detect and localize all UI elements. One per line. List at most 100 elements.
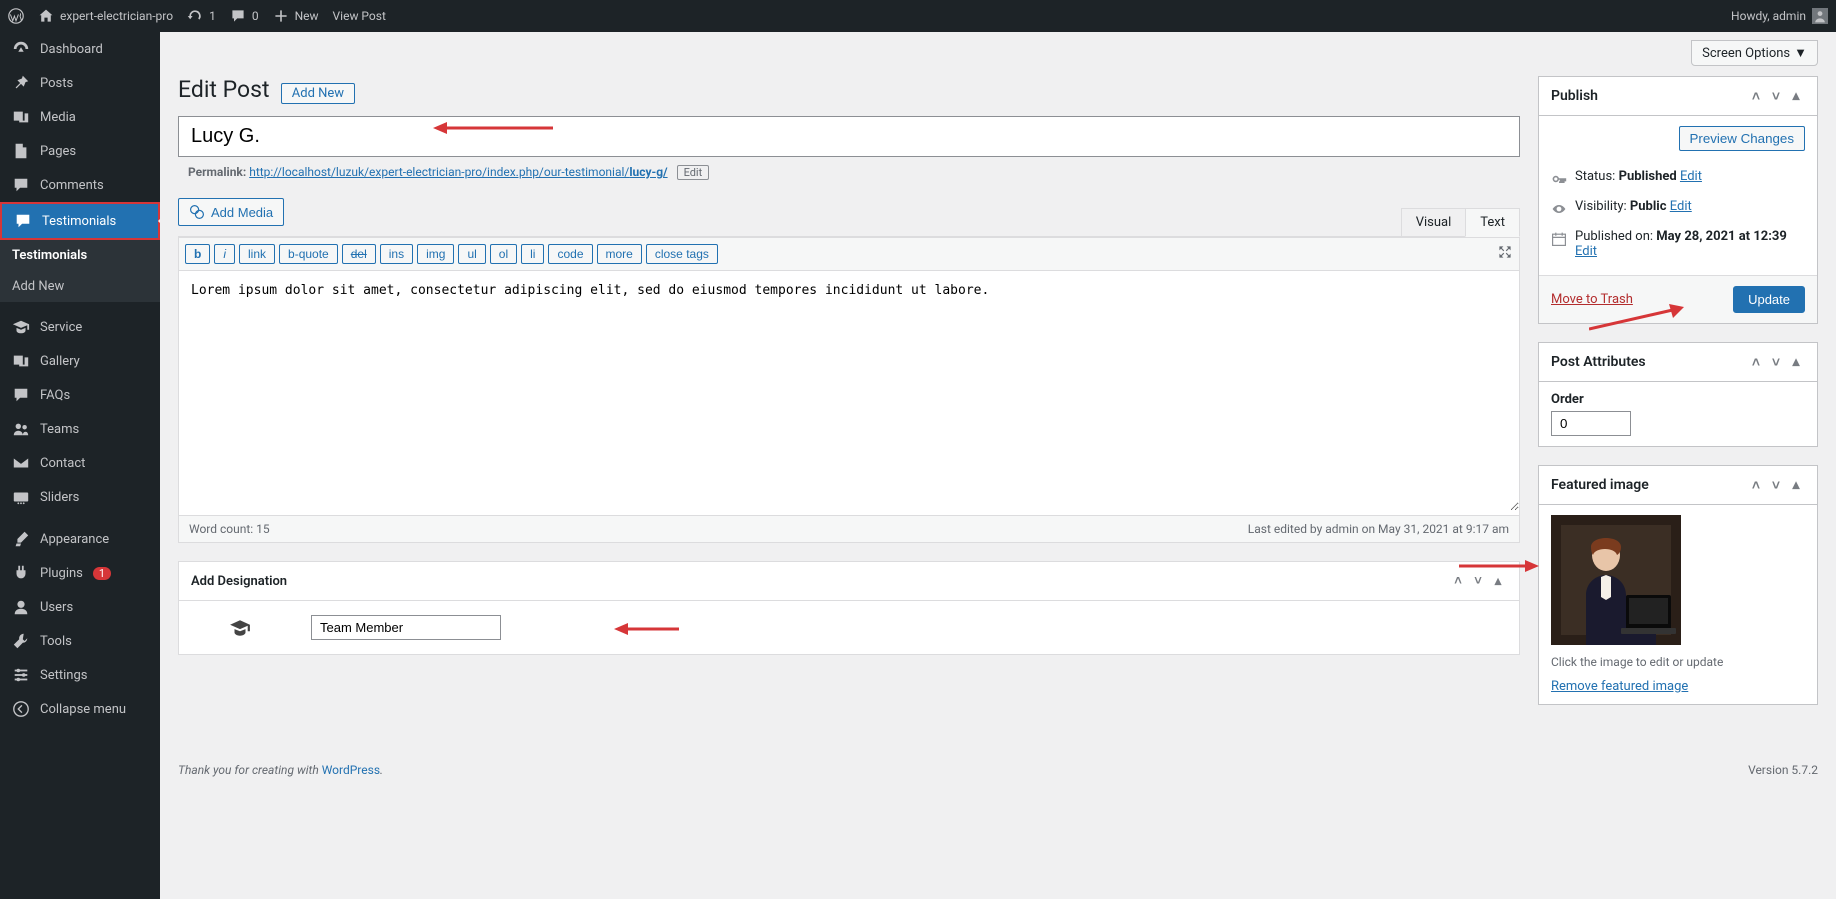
sidebar-item-media[interactable]: Media (0, 100, 160, 134)
content-area: Screen Options ▼ Edit Post Add New Perma… (160, 32, 1836, 899)
featured-image-title: Featured image (1551, 477, 1649, 493)
view-post-link[interactable]: View Post (333, 9, 386, 23)
sidebar-item-appearance[interactable]: Appearance (0, 522, 160, 556)
edit-status-link[interactable]: Edit (1680, 169, 1702, 184)
sidebar-item-service[interactable]: Service (0, 310, 160, 344)
update-button[interactable]: Update (1733, 286, 1805, 313)
order-input[interactable] (1551, 411, 1631, 436)
permalink-edit-button[interactable]: Edit (677, 165, 710, 180)
featured-image-hint: Click the image to edit or update (1551, 655, 1805, 669)
screen-options-toggle[interactable]: Screen Options ▼ (1691, 40, 1818, 66)
sidebar-item-collapse-menu[interactable]: Collapse menu (0, 692, 160, 726)
sidebar-item-sliders[interactable]: Sliders (0, 480, 160, 514)
slider-icon (12, 488, 30, 506)
sidebar-item-testimonials[interactable]: Testimonials (0, 202, 160, 240)
ed-btn-b-quote[interactable]: b-quote (279, 244, 338, 264)
featured-image-thumb[interactable] (1551, 515, 1681, 645)
sidebar-item-teams[interactable]: Teams (0, 412, 160, 446)
move-to-trash-link[interactable]: Move to Trash (1551, 292, 1633, 307)
sidebar-item-gallery[interactable]: Gallery (0, 344, 160, 378)
edit-visibility-link[interactable]: Edit (1670, 199, 1692, 214)
ed-btn-link[interactable]: link (239, 244, 275, 264)
ed-btn-ul[interactable]: ul (458, 244, 485, 264)
new-link[interactable]: New (273, 8, 319, 24)
updates-link[interactable]: 1 (187, 8, 216, 24)
media-icon (12, 108, 30, 126)
ed-btn-close-tags[interactable]: close tags (646, 244, 718, 264)
preview-changes-button[interactable]: Preview Changes (1679, 126, 1805, 151)
ed-btn-ins[interactable]: ins (380, 244, 413, 264)
toggle-icon[interactable]: ▴ (1787, 87, 1805, 105)
toggle-icon[interactable]: ▴ (1787, 353, 1805, 371)
ed-btn-li[interactable]: li (521, 244, 544, 264)
wordpress-link[interactable]: WordPress (322, 763, 380, 777)
ed-btn-del[interactable]: del (342, 244, 376, 264)
order-label: Order (1551, 392, 1584, 407)
sidebar-item-plugins[interactable]: Plugins1 (0, 556, 160, 590)
key-icon (1551, 171, 1567, 187)
move-up-icon[interactable]: ˄ (1747, 353, 1765, 371)
submenu-item-testimonials[interactable]: Testimonials (0, 240, 160, 271)
permalink-row: Permalink: http://localhost/luzuk/expert… (178, 157, 1520, 188)
move-up-icon[interactable]: ˄ (1747, 476, 1765, 494)
move-down-icon[interactable]: ˅ (1767, 476, 1785, 494)
user-icon (12, 598, 30, 616)
sidebar-item-comments[interactable]: Comments (0, 168, 160, 202)
toggle-icon[interactable]: ▴ (1489, 572, 1507, 590)
sidebar-item-pages[interactable]: Pages (0, 134, 160, 168)
gallery-icon (12, 352, 30, 370)
content-textarea[interactable]: Lorem ipsum dolor sit amet, consectetur … (179, 271, 1519, 511)
cap-icon (12, 318, 30, 336)
sidebar-item-faqs[interactable]: FAQs (0, 378, 160, 412)
editor-toolbar: bilinkb-quotedelinsimgulollicodemoreclos… (179, 237, 1519, 271)
add-media-button[interactable]: Add Media (178, 198, 284, 226)
post-title-input[interactable] (178, 116, 1520, 157)
ed-btn-i[interactable]: i (214, 244, 235, 264)
brush-icon (12, 530, 30, 548)
admin-toolbar: expert-electrician-pro 1 0 New View Post… (0, 0, 1836, 32)
admin-sidebar: DashboardPostsMediaPagesCommentsTestimon… (0, 32, 160, 899)
post-attributes-title: Post Attributes (1551, 354, 1646, 370)
ed-btn-more[interactable]: more (597, 244, 642, 264)
submenu-item-add-new[interactable]: Add New (0, 271, 160, 302)
tab-visual[interactable]: Visual (1401, 208, 1467, 237)
plugin-icon (12, 564, 30, 582)
sidebar-item-posts[interactable]: Posts (0, 66, 160, 100)
move-up-icon[interactable]: ˄ (1747, 87, 1765, 105)
word-count: Word count: 15 (189, 522, 270, 536)
post-attributes-metabox: Post Attributes ˄ ˅ ▴ Order (1538, 342, 1818, 447)
sidebar-item-dashboard[interactable]: Dashboard (0, 32, 160, 66)
ed-btn-b[interactable]: b (185, 244, 210, 264)
ed-btn-img[interactable]: img (417, 244, 454, 264)
site-home-link[interactable]: expert-electrician-pro (38, 8, 173, 24)
wp-logo[interactable] (8, 8, 24, 24)
move-down-icon[interactable]: ˅ (1767, 87, 1785, 105)
version-label: Version 5.7.2 (1748, 763, 1818, 777)
add-new-button[interactable]: Add New (281, 83, 355, 104)
designation-input[interactable] (311, 615, 501, 640)
mail-icon (12, 454, 30, 472)
permalink-link[interactable]: http://localhost/luzuk/expert-electricia… (249, 165, 667, 179)
remove-featured-image-link[interactable]: Remove featured image (1551, 679, 1688, 694)
publish-metabox: Publish ˄ ˅ ▴ Preview Changes Status: Pu… (1538, 76, 1818, 324)
howdy-account[interactable]: Howdy, admin (1731, 8, 1828, 24)
faq-icon (12, 386, 30, 404)
sidebar-item-users[interactable]: Users (0, 590, 160, 624)
dashboard-icon (12, 40, 30, 58)
ed-btn-ol[interactable]: ol (490, 244, 517, 264)
publish-title: Publish (1551, 88, 1598, 104)
sidebar-item-contact[interactable]: Contact (0, 446, 160, 480)
edit-date-link[interactable]: Edit (1575, 244, 1597, 259)
ed-btn-code[interactable]: code (548, 244, 592, 264)
sidebar-item-tools[interactable]: Tools (0, 624, 160, 658)
fullscreen-icon[interactable] (1497, 244, 1513, 264)
move-down-icon[interactable]: ˅ (1767, 353, 1785, 371)
toggle-icon[interactable]: ▴ (1787, 476, 1805, 494)
tool-icon (12, 632, 30, 650)
tab-text[interactable]: Text (1465, 208, 1520, 237)
comments-link[interactable]: 0 (230, 8, 259, 24)
calendar-icon (1551, 231, 1567, 247)
sidebar-item-settings[interactable]: Settings (0, 658, 160, 692)
move-down-icon[interactable]: ˅ (1469, 572, 1487, 590)
move-up-icon[interactable]: ˄ (1449, 572, 1467, 590)
